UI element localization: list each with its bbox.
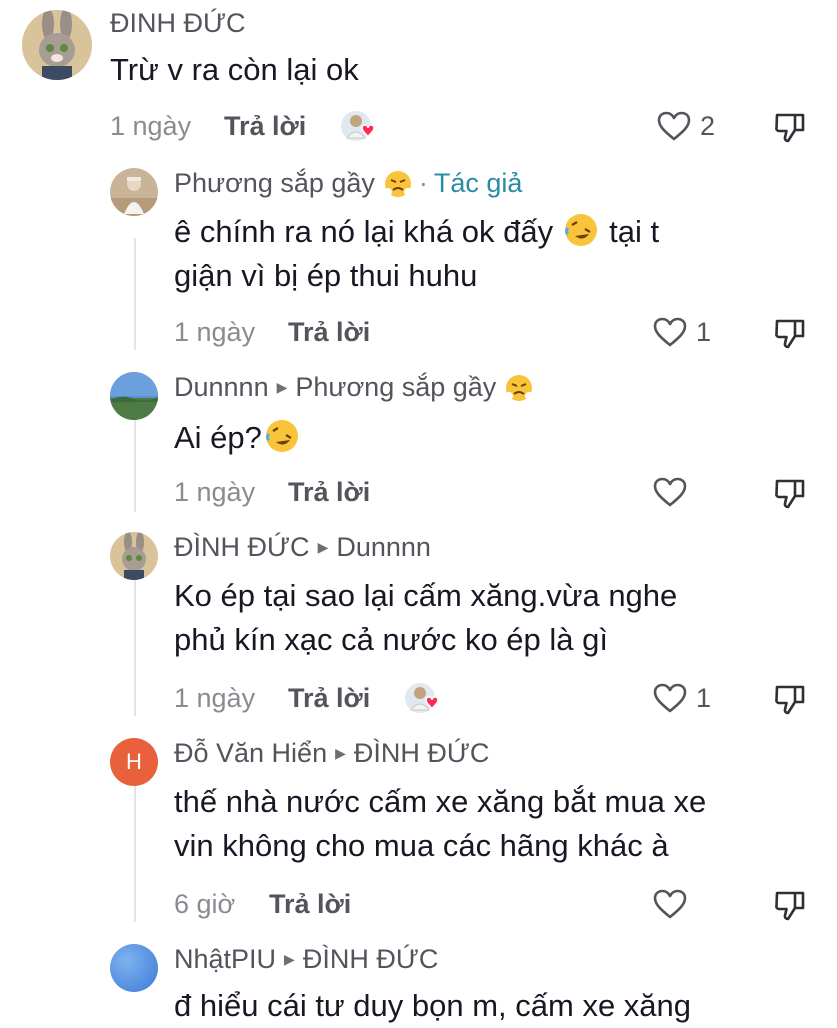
comment-meta: 1 ngày Trả lời 2 — [110, 106, 830, 146]
separator-dot: · — [418, 168, 428, 198]
username-text[interactable]: ĐINH ĐỨC — [110, 8, 246, 39]
like-count: 1 — [696, 316, 712, 347]
reply-to-username[interactable]: ĐÌNH ĐỨC — [354, 738, 490, 769]
avatar[interactable] — [22, 10, 92, 80]
like-button[interactable] — [652, 888, 696, 920]
comment-username[interactable]: Dunnnn ▶ Phương sắp gầy — [174, 372, 534, 403]
dislike-button[interactable] — [773, 476, 807, 517]
rolling-laughing-emoji — [563, 212, 599, 248]
comment-meta: 1 ngày Trả lời — [174, 472, 834, 512]
comment-time: 1 ngày — [174, 316, 256, 347]
comment-text-line: Ko ép tại sao lại cấm xăng.vừa nghe — [174, 578, 678, 613]
reply-arrow-icon: ▶ — [335, 745, 346, 761]
thumbs-down-icon — [775, 891, 805, 921]
like-count: 2 — [700, 110, 716, 141]
comment-text: Ai ép? — [174, 416, 310, 460]
comment-time: 1 ngày — [110, 110, 192, 141]
comment-time: 6 giờ — [174, 888, 236, 919]
thread-line — [134, 420, 136, 512]
username-text[interactable]: ĐÌNH ĐỨC — [174, 532, 310, 563]
comment-text-line: giận vì bị ép thui huhu — [174, 258, 478, 293]
heart-outline-icon — [657, 111, 691, 141]
comment-text-line: tại t — [609, 214, 660, 249]
like-button[interactable]: 2 — [656, 110, 715, 142]
thumbs-down-icon — [775, 685, 805, 715]
comment-text: Ko ép tại sao lại cấm xăng.vừa nghe phủ … — [174, 574, 677, 662]
comment-text: Trừ v ra còn lại ok — [110, 52, 359, 87]
reply-button[interactable]: Trả lời — [288, 683, 370, 714]
dislike-button[interactable] — [773, 110, 807, 151]
reply-arrow-icon: ▶ — [317, 539, 329, 555]
comment-time: 1 ngày — [174, 682, 256, 713]
thread-line — [134, 580, 136, 716]
comment-text-line: ê chính ra nó lại khá ok đấy — [174, 214, 554, 249]
huffing-face-emoji — [383, 169, 413, 199]
comment-username[interactable]: NhậtPIU ▶ ĐÌNH ĐỨC — [174, 944, 438, 975]
comment-username[interactable]: Phương sắp gầy · Tác giả — [174, 168, 522, 199]
comment-text: ê chính ra nó lại khá ok đấy tại t giận v… — [174, 210, 659, 298]
creator-liked-badge — [404, 680, 442, 723]
like-button[interactable] — [652, 476, 696, 508]
like-button[interactable]: 1 — [652, 682, 711, 714]
comment-meta: 1 ngày Trả lời 1 — [174, 678, 834, 718]
comment-text: đ hiểu cái tư duy bọn m, cấm xe xăng — [174, 988, 692, 1023]
reply-to-username[interactable]: Dunnnn — [336, 532, 431, 563]
like-button[interactable]: 1 — [652, 316, 711, 348]
avatar[interactable] — [110, 532, 158, 580]
username-text[interactable]: Phương sắp gầy — [174, 168, 375, 199]
username-text[interactable]: NhậtPIU — [174, 944, 276, 975]
username-text[interactable]: Đỗ Văn Hiển — [174, 738, 327, 769]
heart-outline-icon — [653, 683, 687, 713]
avatar[interactable] — [110, 372, 158, 420]
rolling-laughing-emoji — [264, 418, 300, 454]
avatar-letter: H — [126, 749, 142, 774]
comment-username[interactable]: ĐINH ĐỨC — [110, 8, 246, 39]
reply-to-username[interactable]: ĐÌNH ĐỨC — [303, 944, 439, 975]
comment-meta: 1 ngày Trả lời 1 — [174, 312, 834, 352]
comment-username[interactable]: ĐÌNH ĐỨC ▶ Dunnnn — [174, 532, 431, 563]
comment-text: thế nhà nước cấm xe xăng bắt mua xe vin … — [174, 780, 706, 868]
comment-text-line: thế nhà nước cấm xe xăng bắt mua xe — [174, 784, 707, 819]
reply-arrow-icon: ▶ — [276, 379, 288, 395]
heart-outline-icon — [653, 477, 687, 507]
comment-text-line: Ai ép? — [174, 420, 262, 455]
reply-button[interactable]: Trả lời — [224, 111, 306, 142]
comment-text-line: phủ kín xạc cả nước ko ép là gì — [174, 622, 608, 657]
huffing-face-emoji — [504, 373, 534, 403]
heart-outline-icon — [653, 889, 687, 919]
comment-meta: 6 giờ Trả lời — [174, 884, 834, 924]
thumbs-down-icon — [775, 113, 805, 143]
reply-button[interactable]: Trả lời — [288, 317, 370, 348]
thumbs-down-icon — [775, 319, 805, 349]
reply-button[interactable]: Trả lời — [288, 477, 370, 508]
reply-to-username[interactable]: Phương sắp gầy — [295, 372, 496, 403]
reply-arrow-icon: ▶ — [284, 951, 295, 967]
username-text[interactable]: Dunnnn — [174, 372, 269, 403]
comment-username[interactable]: Đỗ Văn Hiển ▶ ĐÌNH ĐỨC — [174, 738, 489, 769]
thumbs-down-icon — [775, 479, 805, 509]
creator-liked-badge — [340, 108, 378, 151]
thread-line — [134, 786, 136, 922]
reply-button[interactable]: Trả lời — [269, 889, 351, 920]
avatar[interactable] — [110, 168, 158, 216]
avatar[interactable]: H — [110, 738, 158, 786]
thread-line — [134, 238, 136, 350]
author-tag: Tác giả — [433, 168, 523, 198]
like-count: 1 — [696, 682, 712, 713]
dislike-button[interactable] — [773, 888, 807, 929]
heart-outline-icon — [653, 317, 687, 347]
comment-text-line: vin không cho mua các hãng khác à — [174, 828, 669, 863]
dislike-button[interactable] — [773, 682, 807, 723]
dislike-button[interactable] — [773, 316, 807, 357]
comment-time: 1 ngày — [174, 476, 256, 507]
avatar[interactable] — [110, 944, 158, 992]
